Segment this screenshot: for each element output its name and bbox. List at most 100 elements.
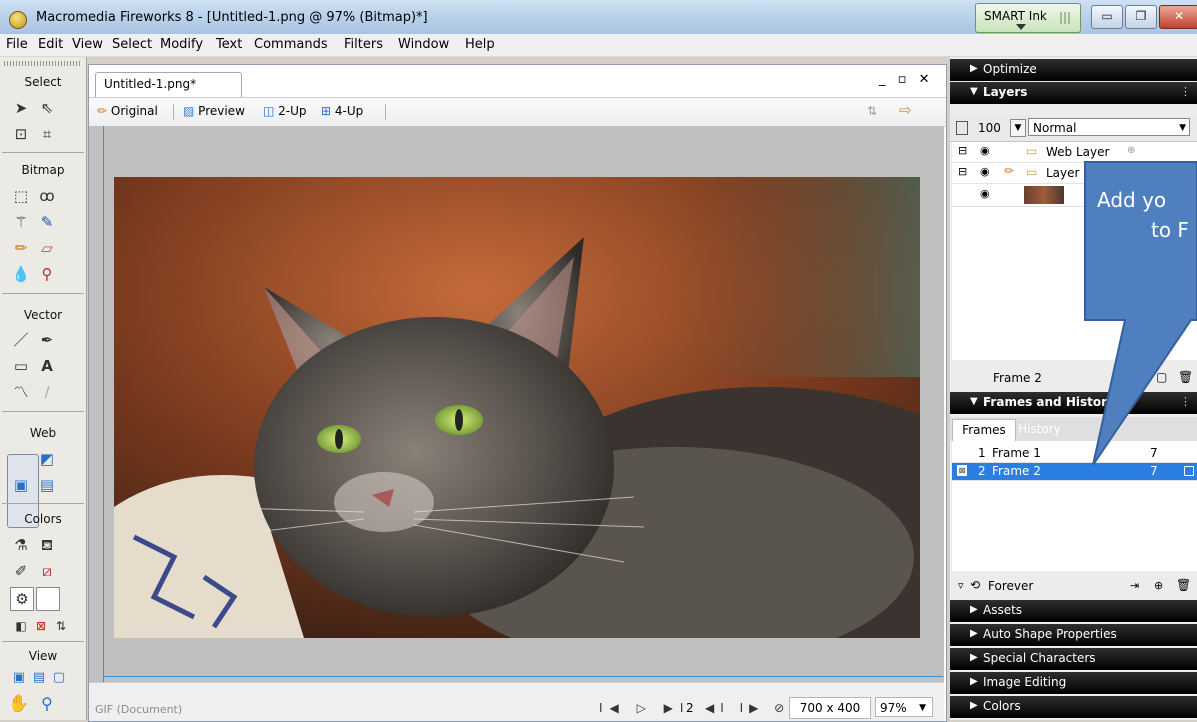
minimize-icon: ▭ — [1101, 9, 1113, 23]
expand-arrow-icon: ▶ — [970, 676, 978, 687]
magic-wand-tool-icon[interactable]: ⚚ — [10, 211, 32, 233]
lock-icon[interactable]: ⊕ — [1127, 145, 1135, 156]
menu-text[interactable]: Text — [216, 37, 242, 52]
fill-color-icon[interactable]: ⚙ — [10, 587, 34, 611]
preview-view-tab[interactable]: ▨ Preview — [183, 104, 245, 118]
eye-icon[interactable]: ◉ — [980, 144, 990, 157]
rubber-stamp-tool-icon[interactable]: ⚲ — [36, 263, 58, 285]
tools-section-view: View — [28, 649, 58, 663]
menu-modify[interactable]: Modify — [160, 37, 203, 52]
default-colors-icon[interactable]: ◧ — [10, 615, 32, 637]
original-view-tab[interactable]: ✏ Original — [97, 104, 158, 118]
brush-tool-icon[interactable]: ✎ — [36, 211, 58, 233]
layer-opacity-value[interactable]: 100 — [978, 121, 1001, 135]
four-up-view-tab[interactable]: ⊞ 4-Up — [321, 104, 363, 118]
menu-file[interactable]: File — [6, 37, 28, 52]
minimize-button[interactable]: ▭ — [1091, 5, 1123, 29]
onion-skin-icon[interactable]: ▿ — [958, 579, 964, 592]
full-screen-mode-icon[interactable]: ▢ — [48, 667, 70, 689]
sort-icon[interactable]: ⇅ — [867, 104, 877, 118]
no-stroke-fill-icon[interactable]: ⊠ — [30, 615, 52, 637]
rectangle-tool-icon[interactable]: ▭ — [10, 355, 32, 377]
eraser-tool-icon[interactable]: ▱ — [36, 237, 58, 259]
menu-filters[interactable]: Filters — [344, 37, 383, 52]
expand-arrow-icon: ▶ — [970, 652, 978, 663]
pen-tool-icon[interactable]: ✒ — [36, 329, 58, 351]
hide-slices-icon[interactable]: ▣ — [10, 474, 32, 496]
stroke-color-icon[interactable]: ✐ — [10, 560, 32, 582]
trash-icon[interactable]: 🗑 — [1176, 578, 1191, 592]
cat-photo[interactable] — [114, 177, 920, 638]
assets-panel-header[interactable]: ▶ Assets — [950, 600, 1197, 622]
optimize-panel-header[interactable]: ▶ Optimize — [950, 59, 1197, 81]
distribute-to-frames-icon[interactable]: ⇥ — [1130, 579, 1139, 592]
blur-tool-icon[interactable]: 💧 — [10, 263, 32, 285]
pointer-tool-icon[interactable]: ➤ — [10, 97, 32, 119]
text-tool-icon[interactable]: A — [36, 355, 58, 377]
subselection-tool-icon[interactable]: ⇖ — [36, 97, 58, 119]
stroke-color-swatch[interactable]: ⧄ — [36, 560, 58, 582]
frame-step-icons[interactable]: ◀I I▶ ⊘ — [705, 701, 790, 715]
bitmap-thumbnail — [1024, 186, 1064, 204]
tab-frames[interactable]: Frames — [952, 419, 1016, 442]
new-frame-icon[interactable]: ⊕ — [1154, 579, 1163, 592]
paint-bucket-tool-icon[interactable]: ⛾ — [36, 534, 58, 556]
collapse-icon[interactable]: ⊟ — [958, 144, 967, 157]
smart-ink-toolbar[interactable]: SMART Ink — [975, 3, 1081, 33]
canvas-area[interactable] — [89, 126, 944, 682]
full-screen-menus-icon[interactable]: ▤ — [28, 667, 50, 689]
lasso-tool-icon[interactable]: ꝏ — [36, 185, 58, 207]
opacity-dropdown-icon[interactable]: ▼ — [1010, 119, 1026, 137]
knife-tool-icon[interactable]: ∕ — [36, 381, 58, 403]
maximize-button[interactable]: ❐ — [1125, 5, 1157, 29]
loop-icon[interactable]: ⟲ — [970, 578, 980, 592]
frame-index: 1 — [978, 446, 986, 460]
quick-export-icon[interactable]: ⇨ — [899, 101, 912, 119]
two-up-view-tab[interactable]: ◫ 2-Up — [263, 104, 307, 118]
tab-history[interactable]: History — [1018, 422, 1061, 436]
image-editing-panel-header[interactable]: ▶ Image Editing — [950, 672, 1197, 694]
pencil-tool-icon[interactable]: ✏ — [10, 237, 32, 259]
zoom-tool-icon[interactable]: ⚲ — [36, 693, 58, 715]
document-tab[interactable]: Untitled-1.png* — [95, 72, 242, 97]
special-characters-panel-header[interactable]: ▶ Special Characters — [950, 648, 1197, 670]
standard-screen-mode-icon[interactable]: ▣ — [8, 667, 30, 689]
menu-window[interactable]: Window — [398, 37, 449, 52]
looping-select[interactable]: Forever — [988, 579, 1033, 593]
menu-help[interactable]: Help — [465, 37, 495, 52]
layers-panel-header[interactable]: ▼ Layers ⋮ — [950, 82, 1197, 104]
menu-bar: File Edit View Select Modify Text Comman… — [0, 34, 1197, 57]
eye-icon[interactable]: ◉ — [980, 165, 990, 178]
frame-playback-controls[interactable]: I◀ ▷ ▶I — [599, 701, 690, 715]
toolbox-grip[interactable] — [4, 61, 80, 66]
show-slices-icon[interactable]: ▤ — [36, 474, 58, 496]
auto-shape-properties-panel-header[interactable]: ▶ Auto Shape Properties — [950, 624, 1197, 646]
eyedropper-tool-icon[interactable]: ⚗ — [10, 534, 32, 556]
menu-edit[interactable]: Edit — [38, 37, 63, 52]
fill-color-swatch[interactable] — [36, 587, 60, 611]
eye-icon[interactable]: ◉ — [980, 187, 990, 200]
menu-select[interactable]: Select — [112, 37, 152, 52]
preview-icon: ▨ — [183, 104, 195, 118]
line-tool-icon[interactable]: ／ — [10, 329, 32, 351]
callout-text-line2: to F — [1151, 218, 1189, 242]
slice-tool-icon[interactable]: ◩ — [36, 448, 58, 470]
collapse-icon[interactable]: ⊟ — [958, 165, 967, 178]
close-button[interactable]: ✕ — [1159, 5, 1197, 29]
marquee-tool-icon[interactable]: ⬚ — [10, 185, 32, 207]
menu-view[interactable]: View — [72, 37, 103, 52]
freeform-tool-icon[interactable]: 〽 — [10, 381, 32, 403]
crop-tool-icon[interactable]: ⌗ — [36, 123, 58, 145]
smart-ink-dropdown-icon[interactable] — [1016, 24, 1026, 30]
document-window-controls[interactable]: _ ▫ ✕ — [879, 72, 933, 87]
colors-panel-header[interactable]: ▶ Colors — [950, 696, 1197, 718]
menu-commands[interactable]: Commands — [254, 37, 328, 52]
panel-options-icon[interactable]: ⋮ — [1180, 85, 1191, 98]
scale-tool-icon[interactable]: ⊡ — [10, 123, 32, 145]
grip-icon[interactable] — [1060, 12, 1072, 24]
blend-mode-select[interactable]: Normal ▼ — [1028, 118, 1190, 136]
swap-colors-icon[interactable]: ⇅ — [50, 615, 72, 637]
callout-bubble: Add yo to F — [1083, 160, 1197, 470]
hand-tool-icon[interactable]: ✋ — [8, 693, 30, 715]
zoom-level-select[interactable]: 97% ▼ — [875, 697, 933, 717]
